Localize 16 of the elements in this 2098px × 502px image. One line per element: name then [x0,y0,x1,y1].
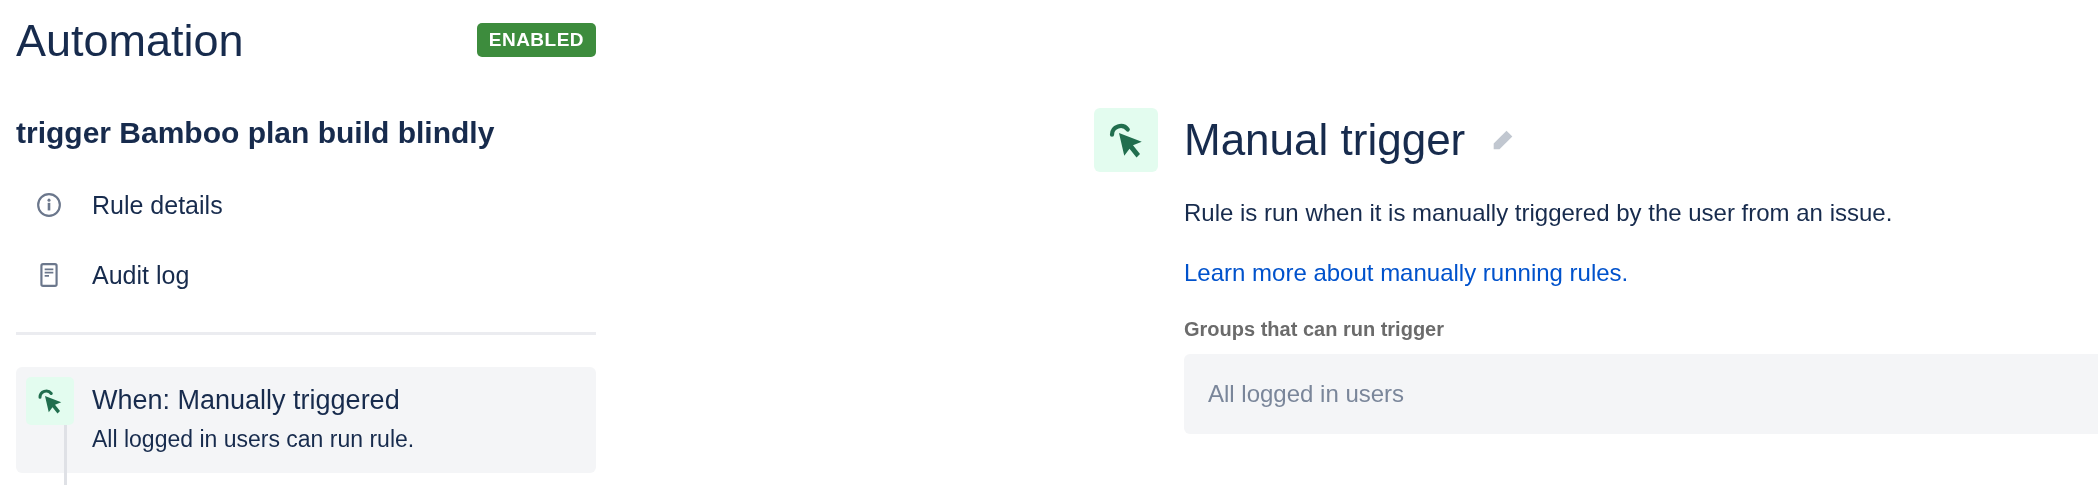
cursor-click-icon [26,377,74,425]
sidebar-item[interactable]: Rule details [92,192,223,218]
step-title: When: Manually triggered [92,387,401,414]
field-label: Groups that can run trigger [1184,317,1446,342]
trigger-step-card[interactable]: When: Manually triggered All logged in users can run rule. [16,367,596,473]
trigger-title: Manual trigger [1184,118,1466,162]
sidebar-item[interactable]: Audit log [92,262,190,288]
page-title: Automation [16,17,244,63]
step-subtitle: All logged in users can run rule. [92,428,415,451]
groups-field[interactable]: All logged in users [1184,354,2098,434]
rule-name: trigger Bamboo plan build blindly [16,118,496,148]
trigger-description: Rule is run when it is manually triggered by the user from an issue. [1184,198,1894,228]
info-icon [36,192,62,218]
status-badge: ENABLED [476,22,596,58]
learn-more-link[interactable]: Learn more about manually running rules. [1184,258,2098,288]
cursor-click-icon [1094,108,1158,172]
